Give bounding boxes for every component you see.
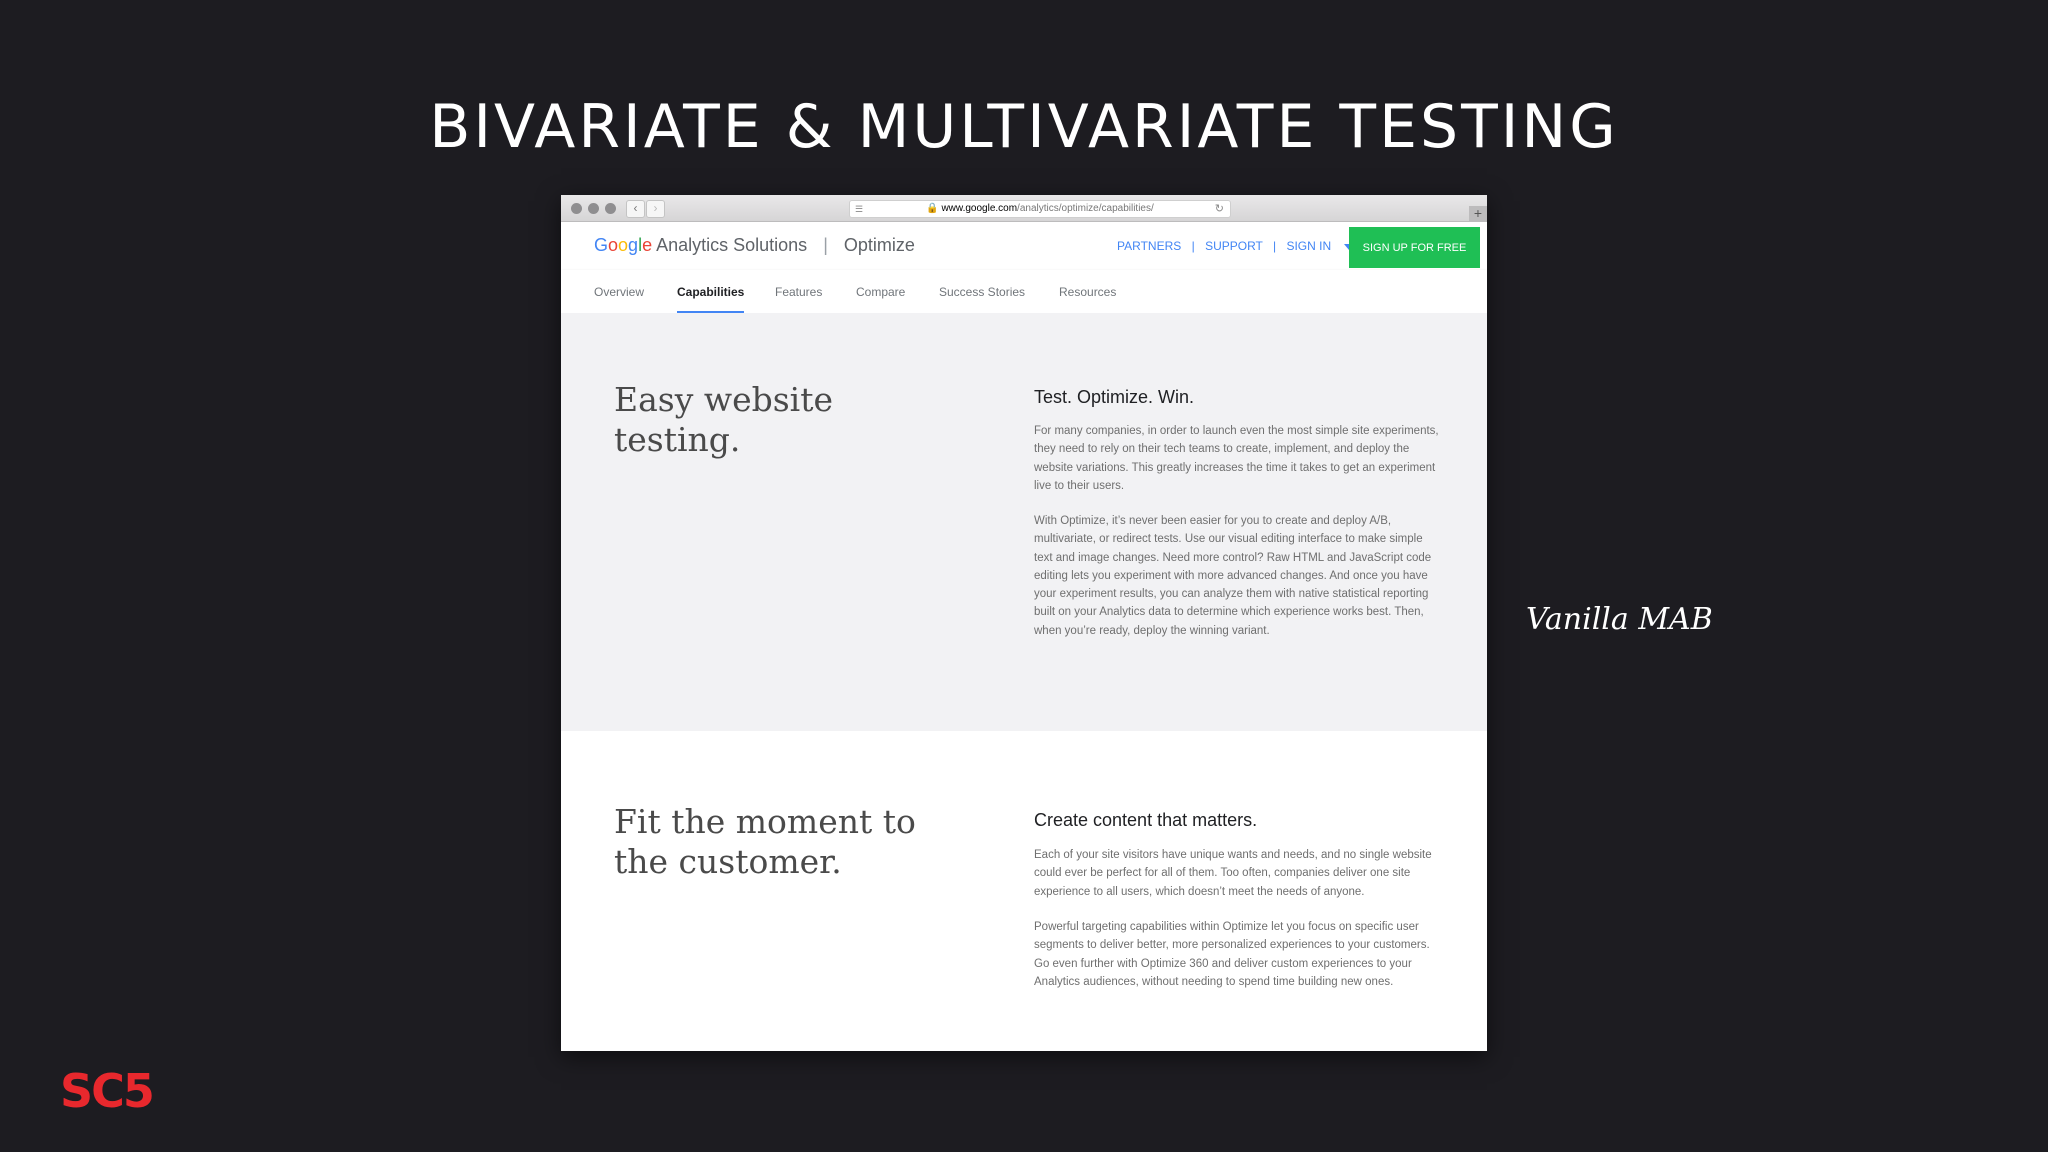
brand-divider: | <box>823 235 828 255</box>
slide-title: BIVARIATE & MULTIVARIATE TESTING <box>429 92 1619 162</box>
site-header: Google Analytics Solutions | Optimize PA… <box>561 222 1487 270</box>
section-heading: Fit the moment to the customer. <box>614 802 916 881</box>
section-subheading: Create content that matters. <box>1034 810 1258 830</box>
section-content: Fit the moment to the customer. Create c… <box>561 731 1487 1051</box>
close-window-button[interactable] <box>571 203 582 214</box>
section-paragraph: Powerful targeting capabilities within O… <box>1034 921 1430 988</box>
product-name: Optimize <box>843 235 915 255</box>
tab-success-stories[interactable]: Success Stories <box>939 285 1025 311</box>
header-links: PARTNERS | SUPPORT | SIGN IN <box>1117 239 1355 253</box>
partners-link[interactable]: PARTNERS <box>1117 239 1181 253</box>
forward-icon[interactable]: › <box>646 200 665 218</box>
reload-icon[interactable]: ↻ <box>1215 201 1224 217</box>
section-testing: Easy website testing. Test. Optimize. Wi… <box>561 313 1487 731</box>
address-bar[interactable]: ☰ 🔒 www.google.com/analytics/optimize/ca… <box>849 200 1231 218</box>
lock-icon: 🔒 <box>926 203 939 214</box>
back-icon[interactable]: ‹ <box>626 200 645 218</box>
zoom-window-button[interactable] <box>605 203 616 214</box>
brand-logo[interactable]: Google Analytics Solutions | Optimize <box>594 235 915 256</box>
tab-resources[interactable]: Resources <box>1059 285 1116 311</box>
tab-overview[interactable]: Overview <box>594 285 644 311</box>
tab-compare[interactable]: Compare <box>856 285 905 311</box>
section-paragraph: Each of your site visitors have unique w… <box>1034 849 1432 898</box>
reader-icon[interactable]: ☰ <box>855 201 863 217</box>
tab-capabilities[interactable]: Capabilities <box>677 285 745 313</box>
section-heading: Easy website testing. <box>614 380 834 459</box>
slide-caption: Vanilla MAB <box>1526 602 1713 637</box>
new-tab-icon[interactable]: + <box>1469 206 1487 222</box>
section-paragraph: With Optimize, it’s never been easier fo… <box>1034 515 1432 637</box>
minimize-window-button[interactable] <box>588 203 599 214</box>
tab-bar: Overview Capabilities Features Compare S… <box>561 270 1487 314</box>
sign-in-link[interactable]: SIGN IN <box>1286 239 1331 253</box>
url-path: /analytics/optimize/capabilities/ <box>1017 203 1154 214</box>
tab-features[interactable]: Features <box>775 285 822 311</box>
sign-up-button[interactable]: SIGN UP FOR FREE <box>1349 227 1480 268</box>
brand-suffix: Analytics Solutions <box>656 235 808 255</box>
section-paragraph: For many companies, in order to launch e… <box>1034 425 1439 492</box>
browser-toolbar: ‹ › ☰ 🔒 www.google.com/analytics/optimiz… <box>561 195 1487 222</box>
sc5-logo: SC5 <box>60 1064 155 1118</box>
url-domain: www.google.com <box>941 203 1018 214</box>
support-link[interactable]: SUPPORT <box>1205 239 1263 253</box>
browser-window: ‹ › ☰ 🔒 www.google.com/analytics/optimiz… <box>561 195 1487 1051</box>
section-subheading: Test. Optimize. Win. <box>1034 387 1195 407</box>
